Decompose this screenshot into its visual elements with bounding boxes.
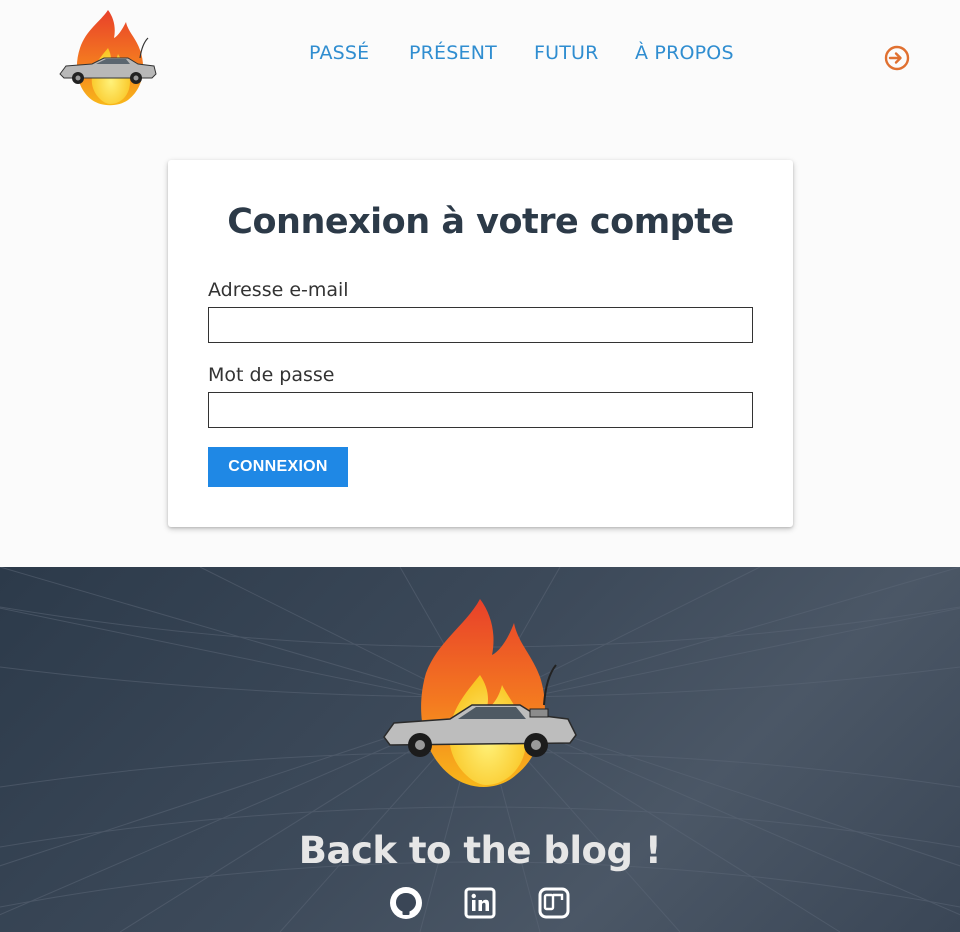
linkedin-icon[interactable]	[462, 885, 498, 921]
footer-logo[interactable]	[380, 595, 580, 795]
nav-item-futur[interactable]: FUTUR	[534, 42, 599, 64]
footer-title: Back to the blog !	[298, 829, 662, 872]
nav-item-passe[interactable]: PASSÉ	[309, 42, 369, 64]
login-title: Connexion à votre compte	[227, 202, 734, 242]
blog-icon[interactable]	[536, 885, 572, 921]
flame-delorean-logo	[383, 599, 577, 787]
password-field[interactable]	[208, 392, 753, 428]
login-card: Connexion à votre compte Adresse e-mail …	[168, 160, 793, 527]
site-footer: Back to the blog !	[0, 567, 960, 932]
nav-item-present[interactable]: PRÉSENT	[409, 42, 497, 64]
login-submit-button[interactable]: CONNEXION	[208, 447, 348, 487]
email-label: Adresse e-mail	[208, 279, 349, 301]
site-header: PASSÉ PRÉSENT FUTUR À PROPOS	[0, 0, 960, 130]
email-field[interactable]	[208, 307, 753, 343]
github-icon[interactable]	[388, 885, 424, 921]
password-label: Mot de passe	[208, 364, 335, 386]
nav-item-a-propos[interactable]: À PROPOS	[635, 42, 734, 64]
login-arrow-icon[interactable]	[883, 44, 911, 72]
main-nav: PASSÉ PRÉSENT FUTUR À PROPOS	[0, 42, 960, 68]
